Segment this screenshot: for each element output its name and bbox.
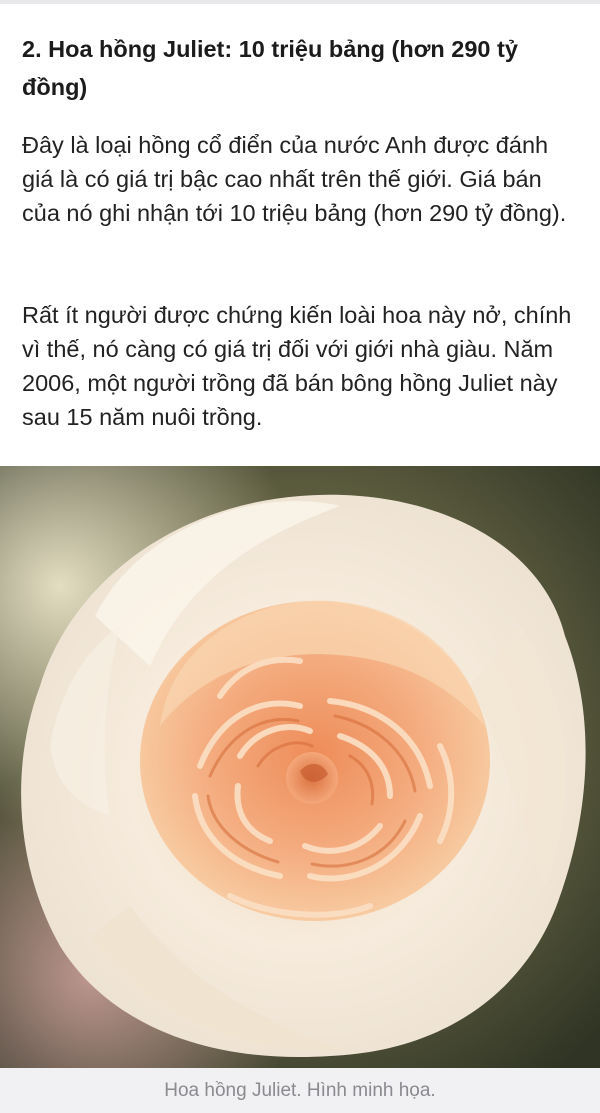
- section-heading: 2. Hoa hồng Juliet: 10 triệu bảng (hơn 2…: [22, 36, 518, 100]
- image-caption: Hoa hồng Juliet. Hình minh họa.: [0, 1068, 600, 1113]
- paragraph-2: Rất ít người được chứng kiến loài hoa nà…: [22, 302, 572, 430]
- article-body: 2. Hoa hồng Juliet: 10 triệu bảng (hơn 2…: [22, 30, 582, 430]
- article-figure: Hoa hồng Juliet. Hình minh họa.: [0, 466, 600, 1113]
- top-divider: [0, 0, 600, 4]
- paragraph-1: Đây là loại hồng cổ điển của nước Anh đư…: [22, 132, 567, 226]
- rose-photo[interactable]: [0, 466, 600, 1068]
